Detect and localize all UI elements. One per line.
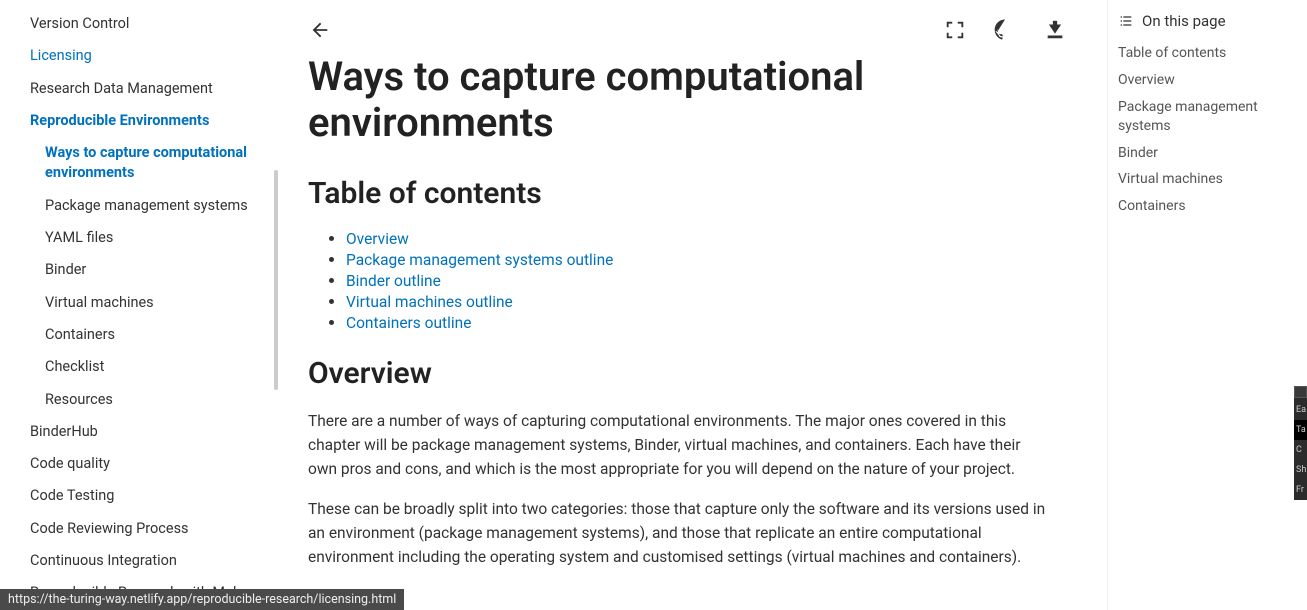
right-item-virtual-machines[interactable]: Virtual machines [1118, 166, 1297, 193]
main-content: Ways to capture computational environmen… [278, 0, 1107, 610]
right-item-containers[interactable]: Containers [1118, 193, 1297, 220]
nav-sub-containers[interactable]: Containers [0, 319, 278, 351]
nav-sub-checklist[interactable]: Checklist [0, 351, 278, 383]
overview-para-1: There are a number of ways of capturing … [308, 409, 1053, 481]
download-icon[interactable] [1043, 18, 1067, 42]
nav-continuous-integration[interactable]: Continuous Integration [0, 545, 278, 577]
right-item-overview[interactable]: Overview [1118, 67, 1297, 94]
right-item-toc[interactable]: Table of contents [1118, 40, 1297, 67]
nav-code-reviewing[interactable]: Code Reviewing Process [0, 513, 278, 545]
nav-sub-virtual-machines[interactable]: Virtual machines [0, 287, 278, 319]
nav-sub-resources[interactable]: Resources [0, 384, 278, 416]
status-bar-url: https://the-turing-way.netlify.app/repro… [0, 589, 404, 610]
nav-licensing[interactable]: Licensing [0, 40, 278, 72]
nav-sub-ways-to-capture[interactable]: Ways to capture computational environmen… [0, 137, 278, 190]
nav-sub-binder[interactable]: Binder [0, 254, 278, 286]
toc-link-overview[interactable]: Overview [346, 230, 409, 248]
nav-version-control[interactable]: Version Control [0, 8, 278, 40]
nav-sub-package-management[interactable]: Package management systems [0, 190, 278, 222]
nav-binderhub[interactable]: BinderHub [0, 416, 278, 448]
nav-reproducible-environments[interactable]: Reproducible Environments [0, 105, 278, 137]
list-icon [1118, 13, 1134, 29]
overview-heading: Overview [308, 356, 1077, 391]
nav-code-testing[interactable]: Code Testing [0, 480, 278, 512]
github-icon[interactable] [993, 18, 1017, 42]
fullscreen-icon[interactable] [943, 18, 967, 42]
overview-para-2: These can be broadly split into two cate… [308, 497, 1053, 569]
floating-panel-stub: Ea Ta C Sh Fr [1294, 386, 1307, 500]
nav-research-data-management[interactable]: Research Data Management [0, 73, 278, 105]
right-item-package-management[interactable]: Package management systems [1118, 94, 1297, 140]
left-sidebar: Version Control Licensing Research Data … [0, 0, 278, 610]
nav-code-quality[interactable]: Code quality [0, 448, 278, 480]
topbar [308, 10, 1077, 50]
toc-list: Overview Package management systems outl… [308, 229, 1077, 332]
right-item-binder[interactable]: Binder [1118, 140, 1297, 167]
toc-link-containers[interactable]: Containers outline [346, 314, 471, 332]
toc-link-package-management[interactable]: Package management systems outline [346, 251, 613, 269]
page-title: Ways to capture computational environmen… [308, 54, 1077, 146]
toc-link-virtual-machines[interactable]: Virtual machines outline [346, 293, 513, 311]
back-arrow-icon[interactable] [308, 18, 332, 42]
right-toc: On this page Table of contents Overview … [1107, 0, 1307, 610]
toc-link-binder[interactable]: Binder outline [346, 272, 441, 290]
toc-heading: Table of contents [308, 176, 1077, 211]
right-toc-header: On this page [1118, 12, 1297, 30]
nav-sub-yaml-files[interactable]: YAML files [0, 222, 278, 254]
